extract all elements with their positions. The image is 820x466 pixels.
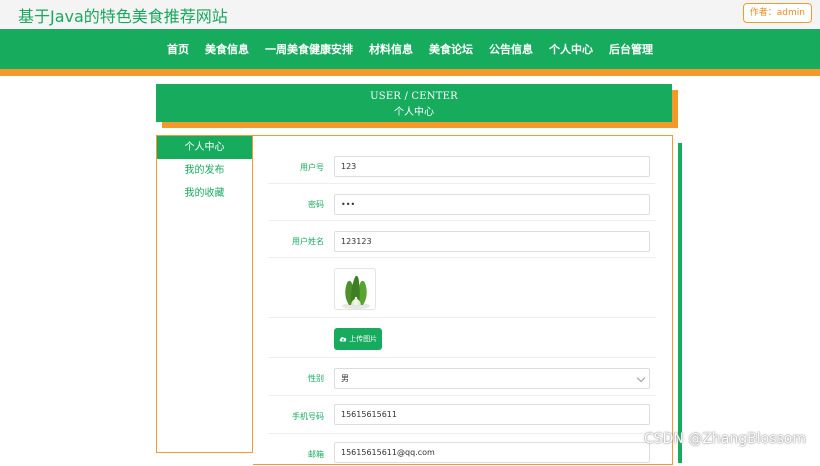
username-field[interactable]: 123 [334, 156, 650, 177]
sidebar: 个人中心 我的发布 我的收藏 [156, 135, 253, 453]
form-row-password: 密码 ••• [268, 187, 656, 221]
email-label: 邮箱 [308, 450, 324, 459]
avatar-image [342, 275, 370, 309]
cloud-upload-icon [339, 337, 347, 342]
sidebar-item-my-posts[interactable]: 我的发布 [157, 159, 252, 182]
nav-item-admin[interactable]: 后台管理 [609, 41, 653, 57]
upload-button-label: 上传图片 [349, 335, 378, 343]
page-title: 个人中心 [394, 107, 434, 118]
watermark: CSDN @ZhangBlossom [643, 431, 806, 447]
password-field[interactable]: ••• [334, 194, 650, 215]
phone-label: 手机号码 [292, 412, 324, 421]
nav-item-materials[interactable]: 材料信息 [369, 41, 413, 57]
sidebar-item-my-favorites[interactable]: 我的收藏 [157, 182, 252, 205]
form-row-avatar [268, 258, 656, 318]
content-shadow [678, 143, 682, 463]
site-title: 基于Java的特色美食推荐网站 [18, 7, 228, 26]
name-label: 用户姓名 [292, 237, 324, 246]
upload-image-button[interactable]: 上传图片 [334, 328, 382, 350]
nav-item-user-center[interactable]: 个人中心 [549, 41, 593, 57]
page-header: USER / CENTER 个人中心 [156, 84, 672, 122]
avatar [334, 268, 376, 310]
nav-item-forum[interactable]: 美食论坛 [429, 41, 473, 57]
page-title-english: USER / CENTER [370, 91, 458, 102]
nav-item-food-info[interactable]: 美食信息 [205, 41, 249, 57]
author-badge[interactable]: 作者：admin [742, 3, 812, 23]
nav-item-notices[interactable]: 公告信息 [489, 41, 533, 57]
username-label: 用户号 [300, 163, 324, 172]
nav-item-weekly-plan[interactable]: 一周美食健康安排 [265, 41, 353, 57]
form-row-name: 用户姓名 123123 [268, 224, 656, 258]
password-label: 密码 [308, 200, 324, 209]
gender-label: 性别 [308, 374, 324, 383]
navbar-accent-stripe [0, 69, 820, 76]
form-row-gender: 性别 男 [268, 360, 656, 396]
nav-item-home[interactable]: 首页 [167, 41, 189, 57]
gender-select[interactable]: 男 [334, 368, 650, 389]
form-row-email: 邮箱 15615615611@qq.com [268, 436, 656, 466]
form-row-phone: 手机号码 15615615611 [268, 398, 656, 434]
nav-menu: 首页 美食信息 一周美食健康安排 材料信息 美食论坛 公告信息 个人中心 后台管… [0, 29, 820, 69]
name-field[interactable]: 123123 [334, 231, 650, 252]
form-row-upload [268, 318, 656, 358]
form-row-username: 用户号 123 [268, 150, 656, 184]
chevron-down-icon [636, 373, 646, 383]
gender-selected-value: 男 [341, 374, 349, 383]
sidebar-item-user-center[interactable]: 个人中心 [157, 136, 252, 159]
phone-field[interactable]: 15615615611 [334, 404, 650, 425]
